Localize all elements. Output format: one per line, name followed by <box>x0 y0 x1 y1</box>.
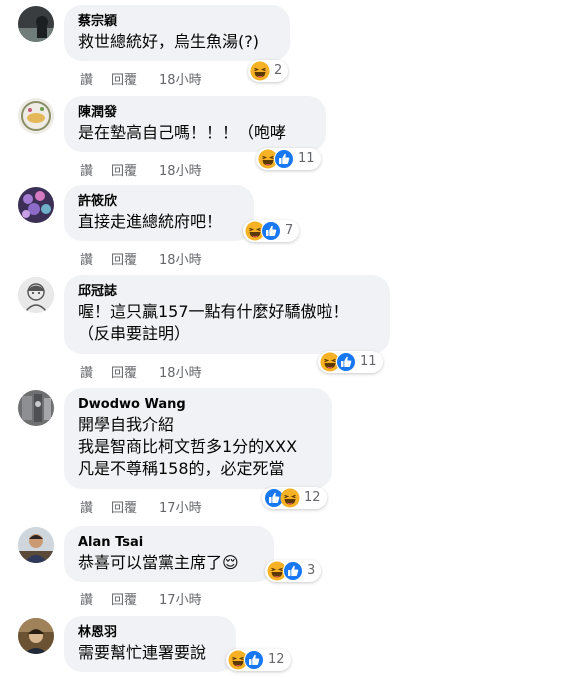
comment-text: 恭喜可以當黨主席了😌 <box>78 553 239 572</box>
avatar-image <box>18 390 54 426</box>
avatar[interactable] <box>18 618 54 654</box>
avatar-image <box>18 277 54 313</box>
comment-bubble: 許筱欣 直接走進總統府吧！ <box>64 185 254 241</box>
haha-icon <box>280 488 300 508</box>
reply-link[interactable]: 回覆 <box>111 249 137 268</box>
comment-text: 喔！這只贏157一點有什麼好驕傲啦！ <box>78 302 349 321</box>
comment-text: 救世總統好，烏生魚湯(?) <box>78 32 259 51</box>
reaction-summary[interactable]: 12 <box>226 649 291 671</box>
comment-text: 是在墊高自己嗎！！！（咆哮 <box>78 123 287 142</box>
comment-actions: 讚 回覆 18小時 <box>80 249 202 268</box>
comment-text: 凡是不尊稱158的，必定死當 <box>78 459 285 478</box>
reaction-icons <box>320 352 356 372</box>
comment-actions: 讚 回覆 17小時 <box>80 589 202 608</box>
reaction-count: 7 <box>285 223 294 238</box>
reaction-summary[interactable]: 2 <box>248 60 289 82</box>
comment-author[interactable]: Alan Tsai <box>78 534 260 552</box>
like-link[interactable]: 讚 <box>80 160 93 179</box>
haha-icon <box>250 61 270 81</box>
comment-author[interactable]: 林恩羽 <box>78 624 222 642</box>
like-link[interactable]: 讚 <box>80 589 93 608</box>
reaction-count: 3 <box>307 563 316 578</box>
like-link[interactable]: 讚 <box>80 69 93 88</box>
reaction-icons <box>264 488 300 508</box>
reaction-icons <box>258 149 294 169</box>
reaction-icons <box>228 650 264 670</box>
like-icon <box>274 149 294 169</box>
comment-actions: 讚 回覆 18小時 <box>80 362 202 381</box>
comment-text: 開學自我介紹 <box>78 415 175 434</box>
reaction-icons <box>250 61 270 81</box>
reply-link[interactable]: 回覆 <box>111 497 137 516</box>
comment-text: 需要幫忙連署要說 <box>78 643 207 662</box>
comment-timestamp[interactable]: 17小時 <box>159 497 202 516</box>
reply-link[interactable]: 回覆 <box>111 362 137 381</box>
comment-bubble: 蔡宗穎 救世總統好，烏生魚湯(?) <box>64 5 290 61</box>
avatar-image <box>18 6 54 42</box>
reaction-summary[interactable]: 11 <box>318 351 383 373</box>
comment-actions: 讚 回覆 18小時 <box>80 160 202 179</box>
avatar[interactable] <box>18 527 54 563</box>
comment-bubble: Alan Tsai 恭喜可以當黨主席了😌 <box>64 526 274 582</box>
comment-bubble: 陳潤發 是在墊高自己嗎！！！（咆哮 <box>64 96 326 152</box>
comment-text: 直接走進總統府吧！ <box>78 212 223 231</box>
reply-link[interactable]: 回覆 <box>111 69 137 88</box>
comment-author[interactable]: Dwodwo Wang <box>78 396 318 414</box>
comment-actions: 讚 回覆 18小時 <box>80 69 202 88</box>
reaction-summary[interactable]: 11 <box>256 148 321 170</box>
like-icon <box>336 352 356 372</box>
avatar-image <box>18 98 54 134</box>
reaction-count: 11 <box>360 354 377 369</box>
comment-timestamp[interactable]: 18小時 <box>159 160 202 179</box>
comment-text: 我是智商比柯文哲多1分的XXX <box>78 437 298 456</box>
comment-bubble: 林恩羽 需要幫忙連署要說 <box>64 616 236 672</box>
avatar[interactable] <box>18 390 54 426</box>
avatar[interactable] <box>18 277 54 313</box>
reply-link[interactable]: 回覆 <box>111 160 137 179</box>
reaction-summary[interactable]: 3 <box>265 560 322 582</box>
comment-bubble: Dwodwo Wang 開學自我介紹 我是智商比柯文哲多1分的XXX 凡是不尊稱… <box>64 388 332 489</box>
comment-author[interactable]: 陳潤發 <box>78 104 312 122</box>
comment-bubble: 邱冠誌 喔！這只贏157一點有什麼好驕傲啦！ （反串要註明） <box>64 275 390 354</box>
comment-timestamp[interactable]: 17小時 <box>159 589 202 608</box>
comment-author[interactable]: 蔡宗穎 <box>78 13 276 31</box>
avatar[interactable] <box>18 187 54 223</box>
avatar-image <box>18 187 54 223</box>
comment-text: （反串要註明） <box>78 324 191 343</box>
comment-author[interactable]: 邱冠誌 <box>78 283 376 301</box>
reaction-count: 12 <box>304 490 321 505</box>
like-icon <box>261 221 281 241</box>
reaction-summary[interactable]: 12 <box>262 487 327 509</box>
comment-actions: 讚 回覆 17小時 <box>80 497 202 516</box>
like-icon <box>283 561 303 581</box>
reaction-count: 2 <box>274 63 283 78</box>
like-link[interactable]: 讚 <box>80 497 93 516</box>
comment-author[interactable]: 許筱欣 <box>78 193 240 211</box>
reaction-icons <box>267 561 303 581</box>
reply-link[interactable]: 回覆 <box>111 589 137 608</box>
reaction-count: 11 <box>298 151 315 166</box>
avatar[interactable] <box>18 98 54 134</box>
comment-timestamp[interactable]: 18小時 <box>159 69 202 88</box>
like-icon <box>244 650 264 670</box>
avatar[interactable] <box>18 6 54 42</box>
avatar-image <box>18 618 54 654</box>
comment-timestamp[interactable]: 18小時 <box>159 249 202 268</box>
like-link[interactable]: 讚 <box>80 249 93 268</box>
reaction-summary[interactable]: 7 <box>243 220 300 242</box>
reaction-icons <box>245 221 281 241</box>
reaction-count: 12 <box>268 652 285 667</box>
like-link[interactable]: 讚 <box>80 362 93 381</box>
avatar-image <box>18 527 54 563</box>
comment-timestamp[interactable]: 18小時 <box>159 362 202 381</box>
